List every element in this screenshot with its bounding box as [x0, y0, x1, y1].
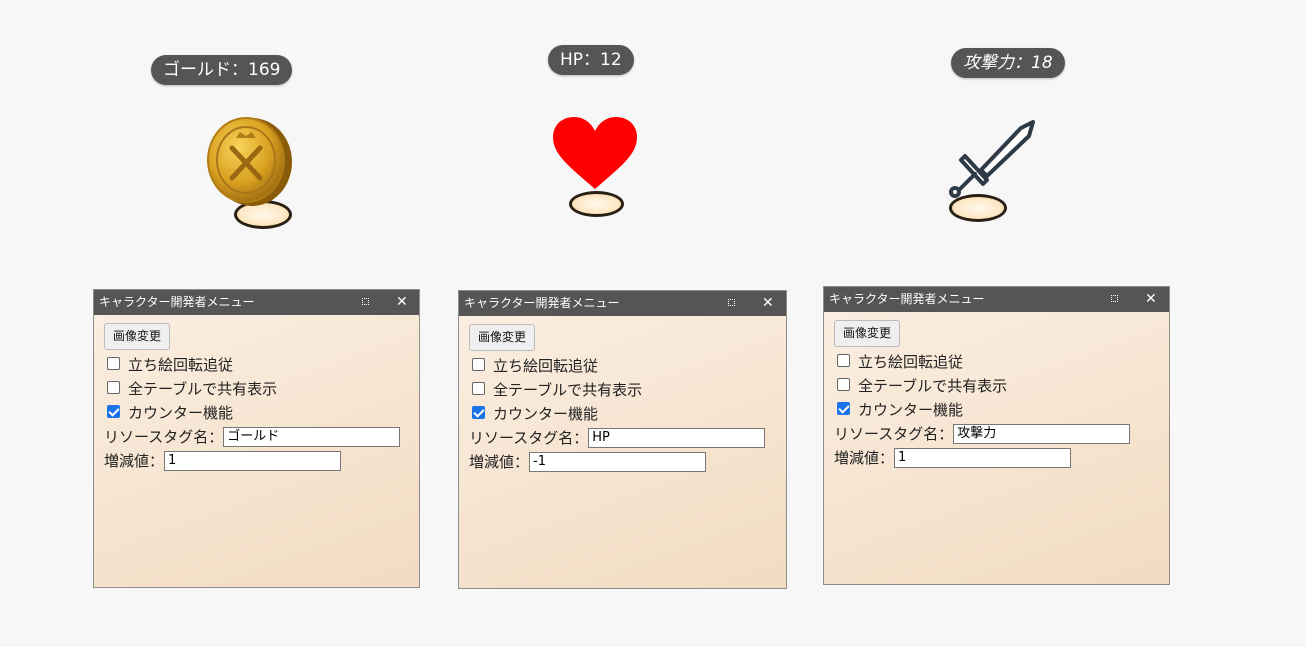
piece-base-ring	[949, 194, 1007, 222]
gold-coin-icon	[207, 117, 292, 206]
counter-label: カウンター機能	[128, 403, 234, 422]
counter-checkbox[interactable]	[107, 404, 120, 418]
counter-label: カウンター機能	[858, 400, 964, 419]
delta-label: 増減値：	[834, 448, 895, 467]
option-counter[interactable]: カウンター機能	[469, 401, 776, 425]
change-image-button[interactable]: 画像変更	[469, 324, 536, 351]
hp-status-badge: HP：12	[548, 45, 634, 75]
option-shared-display[interactable]: 全テーブルで共有表示	[834, 373, 1159, 397]
shared-display-label: 全テーブルで共有表示	[128, 379, 278, 398]
option-counter[interactable]: カウンター機能	[834, 397, 1159, 421]
rotate-follow-label: 立ち絵回転追従	[128, 355, 234, 374]
resource-tag-input[interactable]: HP	[588, 427, 766, 448]
resource-tag-row: リソースタグ名： 攻撃力	[834, 421, 1159, 445]
rotate-follow-label: 立ち絵回転追従	[493, 356, 599, 375]
resource-tag-input[interactable]: ゴールド	[223, 426, 401, 447]
option-shared-display[interactable]: 全テーブルで共有表示	[104, 376, 409, 400]
option-shared-display[interactable]: 全テーブルで共有表示	[469, 377, 776, 401]
resource-tag-label: リソースタグ名：	[469, 428, 589, 447]
delta-input[interactable]: 1	[164, 450, 342, 471]
delta-row: 増減値： 1	[104, 448, 409, 472]
delta-input[interactable]: -1	[529, 451, 707, 472]
resource-tag-label: リソースタグ名：	[104, 427, 224, 446]
shared-display-checkbox[interactable]	[472, 381, 485, 395]
maximize-icon[interactable]	[362, 298, 369, 305]
option-rotate-follow[interactable]: 立ち絵回転追従	[834, 349, 1159, 373]
sword-piece[interactable]	[945, 118, 1040, 223]
delta-row: 増減値： -1	[469, 449, 776, 473]
sword-icon	[949, 120, 1035, 198]
delta-label: 増減値：	[469, 452, 530, 471]
panel-title: キャラクター開発者メニュー	[99, 295, 255, 309]
developer-menu-panel: キャラクター開発者メニュー ✕ 画像変更 立ち絵回転追従 全テーブルで共有表示 …	[823, 286, 1170, 585]
developer-menu-panel: キャラクター開発者メニュー ✕ 画像変更 立ち絵回転追従 全テーブルで共有表示 …	[93, 289, 420, 588]
gold-status-badge: ゴールド：169	[151, 55, 293, 85]
shared-display-checkbox[interactable]	[107, 380, 120, 394]
option-counter[interactable]: カウンター機能	[104, 400, 409, 424]
panel-titlebar[interactable]: キャラクター開発者メニュー ✕	[459, 291, 786, 316]
change-image-button[interactable]: 画像変更	[104, 323, 171, 350]
counter-checkbox[interactable]	[837, 401, 850, 415]
resource-tag-row: リソースタグ名： ゴールド	[104, 424, 409, 448]
maximize-icon[interactable]	[1111, 295, 1118, 302]
heart-icon	[553, 117, 637, 189]
rotate-follow-checkbox[interactable]	[107, 356, 120, 370]
close-icon[interactable]: ✕	[396, 290, 408, 314]
piece-base-ring	[569, 191, 624, 217]
panel-title: キャラクター開発者メニュー	[829, 292, 985, 306]
panel-title: キャラクター開発者メニュー	[464, 296, 620, 310]
shared-display-label: 全テーブルで共有表示	[858, 376, 1008, 395]
shared-display-label: 全テーブルで共有表示	[493, 380, 643, 399]
close-icon[interactable]: ✕	[1145, 287, 1157, 311]
change-image-button[interactable]: 画像変更	[834, 320, 901, 347]
panel-body: 画像変更 立ち絵回転追従 全テーブルで共有表示 カウンター機能 リソースタグ名：…	[94, 315, 419, 472]
counter-checkbox[interactable]	[472, 405, 485, 419]
resource-tag-label: リソースタグ名：	[834, 424, 954, 443]
panel-body: 画像変更 立ち絵回転追従 全テーブルで共有表示 カウンター機能 リソースタグ名：…	[824, 312, 1169, 469]
option-rotate-follow[interactable]: 立ち絵回転追従	[104, 352, 409, 376]
option-rotate-follow[interactable]: 立ち絵回転追従	[469, 353, 776, 377]
heart-piece[interactable]	[550, 115, 640, 220]
rotate-follow-checkbox[interactable]	[472, 357, 485, 371]
maximize-icon[interactable]	[728, 299, 735, 306]
panel-titlebar[interactable]: キャラクター開発者メニュー ✕	[824, 287, 1169, 312]
gold-coin-piece[interactable]	[200, 112, 300, 232]
developer-menu-panel: キャラクター開発者メニュー ✕ 画像変更 立ち絵回転追従 全テーブルで共有表示 …	[458, 290, 787, 589]
counter-label: カウンター機能	[493, 404, 599, 423]
shared-display-checkbox[interactable]	[837, 377, 850, 391]
resource-tag-input[interactable]: 攻撃力	[953, 423, 1131, 444]
delta-input[interactable]: 1	[894, 447, 1072, 468]
panel-titlebar[interactable]: キャラクター開発者メニュー ✕	[94, 290, 419, 315]
attack-status-badge: 攻撃力：18	[951, 48, 1065, 78]
resource-tag-row: リソースタグ名： HP	[469, 425, 776, 449]
rotate-follow-checkbox[interactable]	[837, 353, 850, 367]
delta-row: 増減値： 1	[834, 445, 1159, 469]
rotate-follow-label: 立ち絵回転追従	[858, 352, 964, 371]
panel-body: 画像変更 立ち絵回転追従 全テーブルで共有表示 カウンター機能 リソースタグ名：…	[459, 316, 786, 473]
close-icon[interactable]: ✕	[762, 291, 774, 315]
delta-label: 増減値：	[104, 451, 165, 470]
